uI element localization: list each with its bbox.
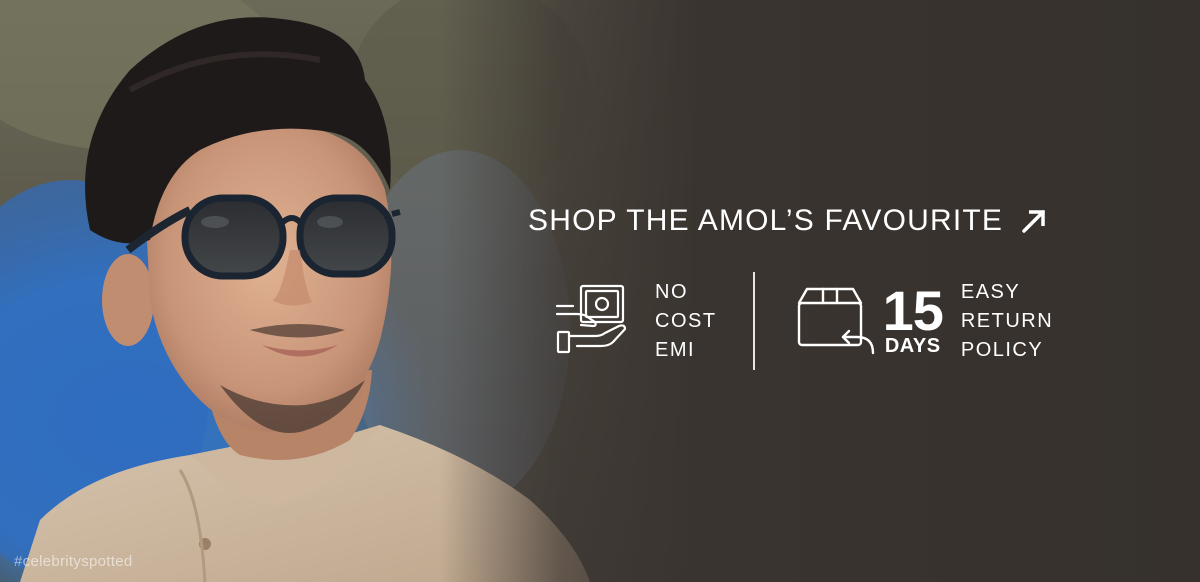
shop-favourite-link[interactable]: SHOP THE AMOL’S FAVOURITE xyxy=(528,204,1049,238)
return-days-number: 15 xyxy=(882,279,944,342)
return-line-1: EASY xyxy=(960,280,1021,303)
feature-no-cost-emi: NO COST EMI xyxy=(555,278,717,365)
feature-easy-return: 15 DAYS EASY RETURN POLICY xyxy=(793,278,1054,365)
return-line-3: POLICY xyxy=(960,338,1044,361)
return-line-2: RETURN xyxy=(960,309,1054,332)
emi-line-3: EMI xyxy=(655,338,696,361)
feature-divider xyxy=(752,272,755,370)
return-days-label: DAYS xyxy=(884,335,941,357)
return-box-icon xyxy=(793,281,875,362)
emi-line-1: NO xyxy=(655,280,688,303)
promo-banner[interactable]: #celebrityspotted SHOP THE AMOL’S FAVOUR… xyxy=(0,0,1200,582)
features-row: NO COST EMI 15 DAYS EASY RETURN POLICY xyxy=(555,272,1053,370)
hashtag-label: #celebrityspotted xyxy=(14,553,133,570)
shop-favourite-label: SHOP THE AMOL’S FAVOURITE xyxy=(528,204,1004,237)
cash-hand-icon xyxy=(555,282,633,361)
arrow-up-right-icon xyxy=(1019,206,1049,236)
emi-line-2: COST xyxy=(655,309,717,332)
